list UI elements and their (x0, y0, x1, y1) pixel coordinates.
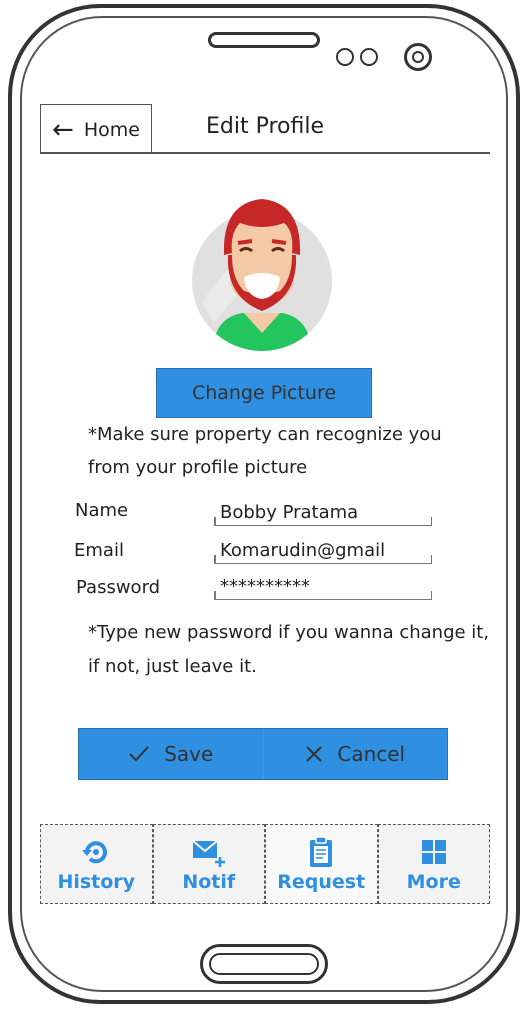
name-label: Name (75, 500, 129, 521)
page-title: Edit Profile (206, 114, 325, 139)
nav-label-request: Request (277, 871, 366, 893)
change-picture-button[interactable]: Change Picture (156, 368, 372, 418)
picture-note-line1: *Make sure property can recognize you (88, 424, 442, 445)
nav-item-request[interactable]: Request (265, 824, 378, 904)
nav-label-history: History (57, 871, 136, 893)
clipboard-icon (310, 836, 333, 867)
save-button[interactable]: Save (79, 729, 263, 779)
mail-plus-icon (192, 840, 225, 867)
sensor-dot (360, 48, 378, 66)
sensor-dot (336, 48, 354, 66)
password-note-line1: *Type new password if you wanna change i… (88, 622, 490, 643)
bottom-nav: History Notif Request More (40, 824, 490, 904)
nav-item-more[interactable]: More (377, 824, 490, 904)
email-input[interactable]: Komarudin@gmail (214, 540, 432, 564)
action-bar: Save Cancel (78, 728, 448, 780)
close-icon (306, 746, 323, 762)
nav-item-notif[interactable]: Notif (152, 824, 265, 904)
back-home-button[interactable]: ← Home (40, 104, 152, 154)
password-note-line2: if not, just leave it. (88, 656, 257, 677)
cancel-button[interactable]: Cancel (262, 729, 448, 779)
avatar (192, 199, 332, 351)
nav-label-notif: Notif (182, 871, 236, 893)
back-arrow-icon: ← (52, 114, 74, 145)
speaker-grille (208, 32, 320, 48)
nav-item-history[interactable]: History (40, 824, 153, 904)
email-label: Email (74, 540, 124, 561)
front-camera (404, 43, 432, 71)
password-input[interactable]: ********** (214, 576, 432, 600)
cancel-label: Cancel (337, 742, 406, 766)
save-label: Save (164, 742, 214, 766)
nav-label-more: More (406, 871, 461, 893)
check-icon (129, 746, 149, 762)
name-input[interactable]: Bobby Pratama (214, 502, 432, 526)
password-label: Password (76, 577, 161, 598)
picture-note-line2: from your profile picture (88, 457, 308, 478)
header-divider (40, 152, 490, 154)
history-icon (82, 841, 108, 864)
back-label: Home (83, 118, 140, 141)
grid-icon (421, 840, 446, 864)
hardware-home-button[interactable] (200, 944, 328, 984)
